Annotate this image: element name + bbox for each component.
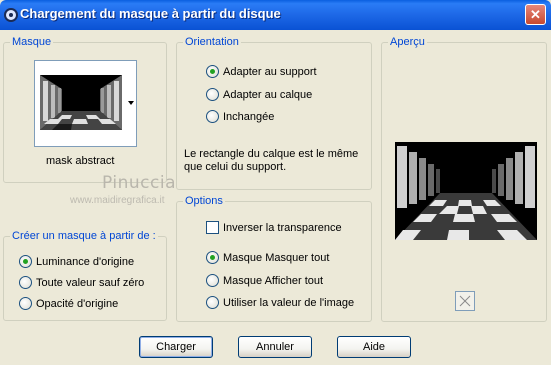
checkbox[interactable] — [206, 221, 219, 234]
radio-button[interactable] — [19, 255, 32, 268]
radio-button[interactable] — [206, 65, 219, 78]
creer-group-label: Créer un masque à partir de : — [10, 230, 158, 242]
watermark-url: www.maidiregrafica.it — [70, 195, 165, 206]
radio-button[interactable] — [206, 274, 219, 287]
radio-button[interactable] — [19, 276, 32, 289]
radio-luminance[interactable]: Luminance d'origine — [19, 255, 134, 268]
close-icon — [459, 295, 471, 307]
radio-label: Toute valeur sauf zéro — [36, 276, 145, 289]
close-button[interactable]: ✕ — [525, 4, 546, 25]
preview-image — [395, 142, 537, 240]
radio-adapter-calque[interactable]: Adapter au calque — [206, 88, 312, 101]
radio-label: Masque Afficher tout — [223, 274, 324, 287]
checkbox-inverser-transparence[interactable]: Inverser la transparence — [206, 221, 342, 234]
radio-label: Luminance d'origine — [36, 255, 135, 268]
radio-button[interactable] — [206, 110, 219, 123]
title-bar: Chargement du masque à partir du disque … — [0, 0, 551, 30]
charger-button[interactable]: Charger — [139, 336, 213, 358]
radio-label: Utiliser la valeur de l'image — [223, 296, 355, 309]
aide-button[interactable]: Aide — [337, 336, 411, 358]
radio-valeur-image[interactable]: Utiliser la valeur de l'image — [206, 296, 354, 309]
app-icon — [4, 8, 18, 22]
orientation-description: Le rectangle du calque est le même que c… — [184, 148, 359, 173]
radio-button[interactable] — [19, 297, 32, 310]
radio-label: Adapter au calque — [223, 88, 313, 101]
chevron-down-icon — [128, 101, 134, 105]
radio-inchangee[interactable]: Inchangée — [206, 110, 274, 123]
radio-label: Masque Masquer tout — [223, 251, 330, 264]
radio-adapter-support[interactable]: Adapter au support — [206, 65, 317, 78]
radio-opacite[interactable]: Opacité d'origine — [19, 297, 118, 310]
mask-thumbnail-image — [40, 75, 122, 130]
radio-button[interactable] — [206, 88, 219, 101]
apercu-group-label: Aperçu — [388, 36, 427, 48]
preview-toggle-button[interactable] — [455, 291, 475, 311]
mask-name: mask abstract — [46, 155, 115, 167]
radio-button[interactable] — [206, 296, 219, 309]
radio-label: Inchangée — [223, 110, 275, 123]
radio-label: Opacité d'origine — [36, 297, 119, 310]
radio-button[interactable] — [206, 251, 219, 264]
masque-group-label: Masque — [10, 36, 54, 48]
options-group-label: Options — [183, 195, 225, 207]
radio-toute-valeur[interactable]: Toute valeur sauf zéro — [19, 276, 144, 289]
checkbox-label: Inverser la transparence — [223, 221, 342, 234]
radio-masquer-tout[interactable]: Masque Masquer tout — [206, 251, 329, 264]
annuler-button[interactable]: Annuler — [238, 336, 312, 358]
radio-afficher-tout[interactable]: Masque Afficher tout — [206, 274, 323, 287]
radio-label: Adapter au support — [223, 65, 317, 78]
mask-thumbnail-dropdown[interactable] — [34, 60, 137, 147]
orientation-group-label: Orientation — [183, 36, 241, 48]
watermark-name: Pinuccia — [102, 173, 176, 193]
window-title: Chargement du masque à partir du disque — [20, 6, 281, 21]
